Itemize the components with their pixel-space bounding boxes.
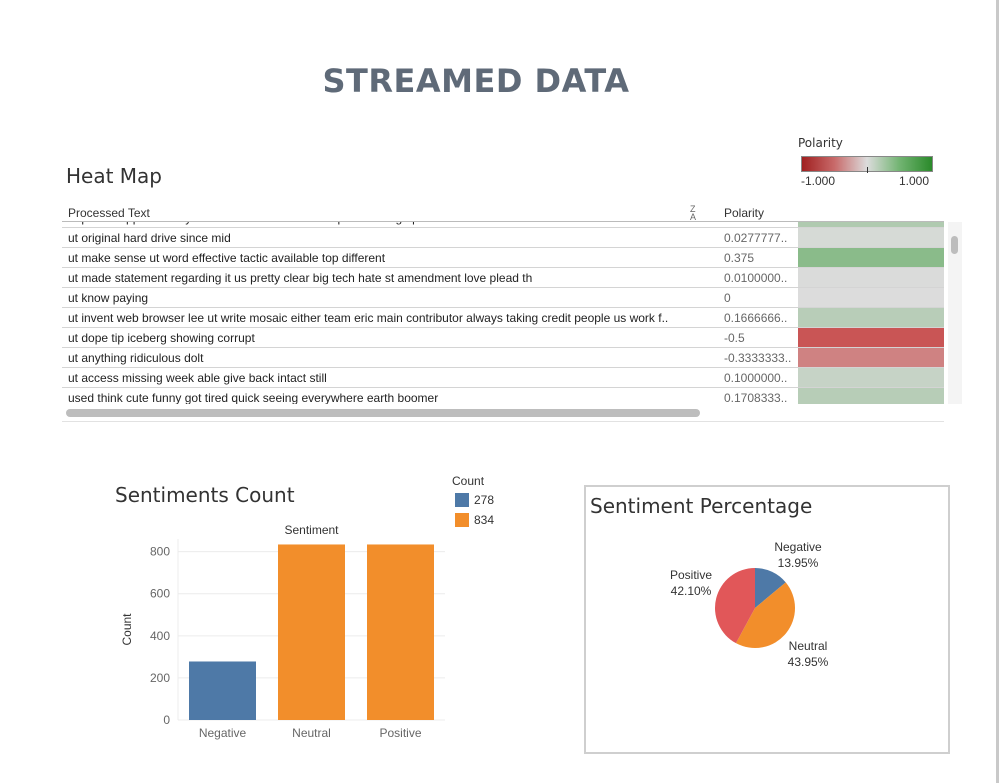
processed-text-cell: ut dope tip iceberg showing corrupt [68,331,255,345]
pie-chart-title: Sentiment Percentage [590,494,813,518]
pie-label-percent: 13.95% [777,556,819,570]
x-tick-label: Neutral [292,726,331,740]
processed-text-cell: ut made statement regarding it us pretty… [68,271,533,285]
heat-map-table[interactable]: ut place suppress story former letter ev… [62,222,944,404]
heat-cell [798,368,944,387]
table-row[interactable]: ut made statement regarding it us pretty… [62,268,944,288]
sentiment-header: Sentiment [284,523,339,537]
table-row[interactable]: ut anything ridiculous dolt -0.3333333.. [62,348,944,368]
table-row[interactable]: ut dope tip iceberg showing corrupt -0.5 [62,328,944,348]
processed-text-cell: ut know paying [68,291,149,305]
sort-descending-icon[interactable]: ZA [690,205,696,222]
table-row[interactable]: ut access missing week able give back in… [62,368,944,388]
polarity-legend-max: 1.000 [899,174,930,188]
polarity-value-cell: 0.2000000.. [724,222,798,225]
pie-label-name: Negative [774,540,822,554]
count-legend-item: 278 [452,492,494,512]
polarity-legend-min: -1.000 [801,174,836,188]
count-legend-label: 278 [474,493,495,507]
y-axis-title: Count [120,613,134,646]
polarity-legend-title: Polarity [798,136,843,150]
heat-map-title: Heat Map [66,164,163,188]
horizontal-scroll-thumb[interactable] [66,409,700,417]
column-header-polarity[interactable]: Polarity [724,206,764,220]
processed-text-cell: ut place suppress story former letter ev… [68,222,718,225]
legend-swatch [455,513,469,527]
pie-label-neutral: Neutral 43.95% [780,638,836,670]
column-header-processed-text[interactable]: Processed Text [68,206,150,220]
heat-cell [798,222,944,227]
page-title: STREAMED DATA [322,62,630,100]
bar-chart-title: Sentiments Count [115,483,295,507]
processed-text-cell: used think cute funny got tired quick se… [68,391,439,404]
pie-label-percent: 42.10% [670,584,712,598]
heat-cell [798,388,944,404]
heat-cell [798,248,944,267]
bar [189,661,256,720]
pie-label-percent: 43.95% [787,655,829,669]
sentiments-count-bar-chart: Sentiment 0 200 400 600 800 Count Negative Neutr… [120,523,445,740]
polarity-value-cell: 0.1708333.. [724,391,788,404]
vertical-scroll-thumb[interactable] [951,236,958,254]
vertical-scrollbar[interactable] [948,222,962,404]
processed-text-cell: ut original hard drive since mid [68,231,231,245]
heat-map-header: Processed Text ZA Polarity [62,204,798,222]
polarity-value-cell: 0.0100000.. [724,271,788,285]
x-tick-label: Positive [379,726,421,740]
processed-text-cell: ut access missing week able give back in… [68,371,327,385]
pie-label-name: Positive [669,568,713,582]
pie-label-negative: Negative 13.95% [768,539,828,571]
polarity-value-cell: 0.1000000.. [724,371,788,385]
heat-cell [798,268,944,287]
table-row[interactable]: ut make sense ut word effective tactic a… [62,248,944,268]
bar [367,544,434,720]
polarity-legend: Polarity -1.000 1.000 [798,136,948,188]
polarity-value-cell: 0.375 [724,251,755,265]
count-legend: Count 278 834 [452,474,494,532]
pie-label-positive: Positive 42.10% [661,567,721,599]
y-tick-label: 800 [150,545,170,559]
x-tick-label: Negative [199,726,247,740]
processed-text-cell: ut anything ridiculous dolt [68,351,204,365]
polarity-value-cell: -0.3333333.. [724,351,792,365]
heat-cell [798,328,944,347]
count-legend-item: 834 [452,512,494,532]
processed-text-cell: ut invent web browser lee ut write mosai… [68,311,669,325]
processed-text-cell: ut make sense ut word effective tactic a… [68,251,386,265]
legend-swatch [455,493,469,507]
y-tick-label: 200 [150,671,170,685]
count-legend-label: 834 [474,513,495,527]
polarity-value-cell: 0 [724,291,731,305]
heat-cell [798,308,944,327]
table-row[interactable]: ut original hard drive since mid 0.027777… [62,228,944,248]
y-tick-label: 0 [163,713,170,727]
table-row[interactable]: used think cute funny got tired quick se… [62,388,944,404]
pie-label-name: Neutral [788,639,828,653]
polarity-color-ramp [801,156,933,173]
heat-map-bottom-divider [62,421,944,422]
y-tick-label: 400 [150,629,170,643]
polarity-value-cell: 0.1666666.. [724,311,788,325]
polarity-midpoint-tick [867,167,868,173]
polarity-value-cell: -0.5 [724,331,745,345]
count-legend-title: Count [452,474,485,488]
bar [278,544,345,720]
polarity-value-cell: 0.0277777.. [724,231,788,245]
table-row[interactable]: ut invent web browser lee ut write mosai… [62,308,944,328]
heat-cell [798,228,944,247]
table-row[interactable]: ut know paying 0 [62,288,944,308]
y-tick-label: 600 [150,587,170,601]
heat-cell [798,288,944,307]
heat-cell [798,348,944,367]
